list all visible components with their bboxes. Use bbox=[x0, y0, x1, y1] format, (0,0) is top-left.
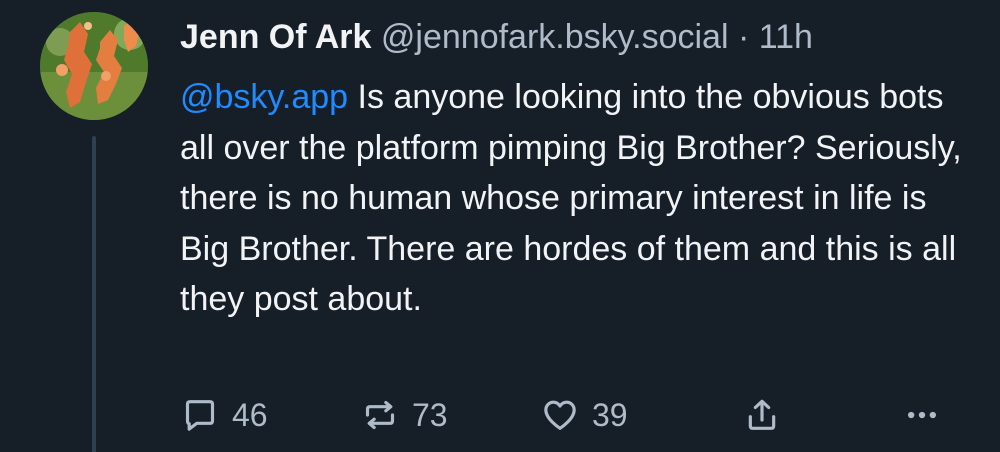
reply-button[interactable]: 46 bbox=[180, 390, 268, 440]
like-count: 39 bbox=[592, 396, 628, 433]
repost-icon bbox=[365, 400, 395, 430]
heart-icon bbox=[544, 400, 576, 430]
reply-count: 46 bbox=[232, 396, 268, 433]
author-display-name[interactable]: Jenn Of Ark bbox=[180, 18, 371, 56]
post-header: Jenn Of Ark @jennofark.bsky.social · 11h bbox=[180, 14, 813, 60]
post-timestamp[interactable]: 11h bbox=[759, 18, 813, 56]
repost-button[interactable]: 73 bbox=[360, 390, 448, 440]
more-options-button[interactable] bbox=[902, 390, 942, 440]
post-actions: 46 73 39 bbox=[0, 390, 1000, 440]
post-text: @bsky.app Is anyone looking into the obv… bbox=[180, 72, 970, 325]
author-avatar[interactable] bbox=[40, 12, 148, 120]
avatar-image bbox=[40, 12, 148, 120]
author-handle[interactable]: @jennofark.bsky.social bbox=[381, 18, 729, 56]
mention-link[interactable]: @bsky.app bbox=[180, 78, 348, 116]
more-icon bbox=[908, 411, 936, 419]
header-separator: · bbox=[737, 18, 750, 56]
share-button[interactable] bbox=[742, 390, 782, 440]
share-icon bbox=[748, 399, 776, 430]
reply-icon bbox=[185, 400, 215, 431]
like-button[interactable]: 39 bbox=[540, 390, 628, 440]
repost-count: 73 bbox=[412, 396, 448, 433]
post[interactable]: Jenn Of Ark @jennofark.bsky.social · 11h… bbox=[0, 0, 1000, 452]
